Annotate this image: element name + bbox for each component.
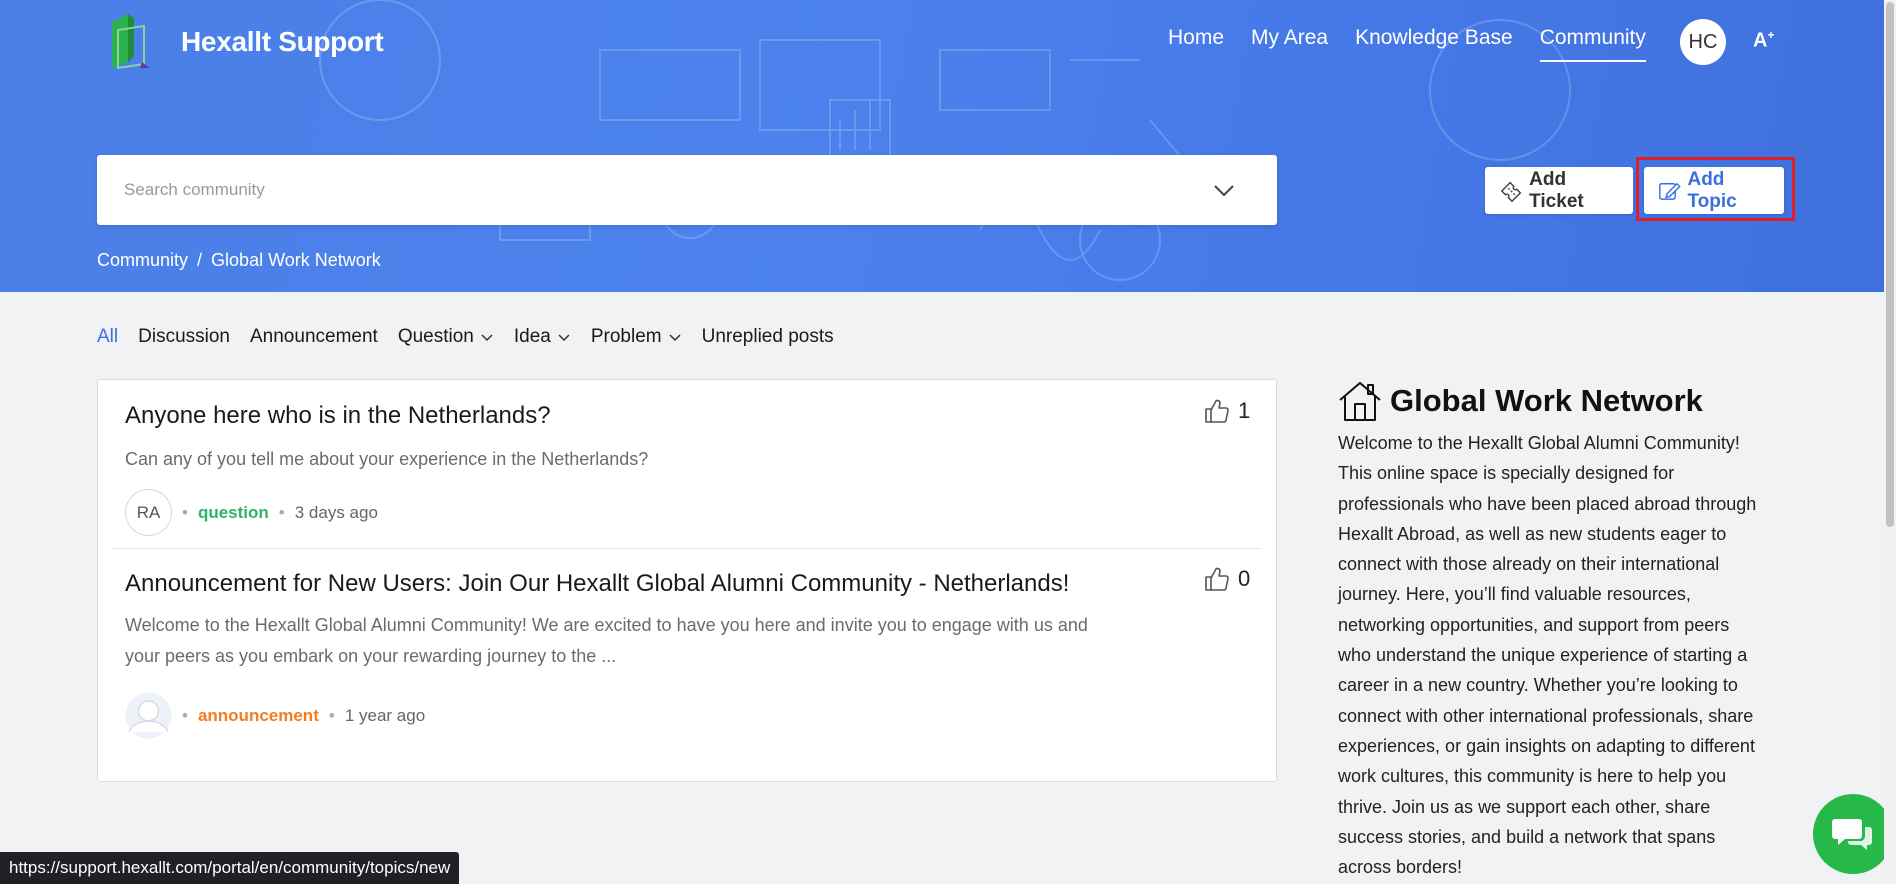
chevron-down-icon (669, 334, 681, 342)
topic-time: 1 year ago (344, 705, 426, 725)
search-bar (97, 155, 1277, 225)
topic-meta: • announcement • 1 year ago (125, 692, 425, 739)
like-count: 1 (1238, 398, 1251, 423)
chevron-down-icon (558, 334, 570, 342)
add-topic-label: Add Topic (1687, 168, 1737, 212)
chevron-down-icon (481, 334, 493, 342)
accessibility-plus: + (1767, 28, 1775, 42)
topic-list: Anyone here who is in the Netherlands? 1… (97, 379, 1277, 782)
like-count: 0 (1238, 566, 1251, 591)
tab-label: Unreplied posts (701, 326, 834, 347)
scrollbar[interactable] (1884, 0, 1896, 884)
tab-label: All (97, 326, 119, 347)
nav-home[interactable]: Home (1168, 26, 1224, 62)
chevron-down-icon[interactable] (1213, 179, 1235, 201)
accessibility-button[interactable]: A+ (1753, 28, 1774, 53)
scrollbar-thumb[interactable] (1886, 2, 1894, 527)
meta-separator: • (328, 705, 335, 725)
breadcrumb-community[interactable]: Community (97, 250, 188, 270)
chat-icon (1832, 819, 1872, 850)
tab-label: Question (397, 326, 474, 347)
sidebar-header: Global Work Network (1338, 380, 1703, 422)
nav-community[interactable]: Community (1539, 26, 1646, 62)
topic-title[interactable]: Announcement for New Users: Join Our Hex… (125, 570, 1069, 598)
ticket-icon (1500, 181, 1522, 202)
tab-announcement[interactable]: Announcement (250, 326, 378, 348)
add-ticket-button[interactable]: Add Ticket (1485, 167, 1633, 214)
tab-all[interactable]: All (97, 326, 118, 348)
tab-label: Problem (590, 326, 662, 347)
nav-my-area[interactable]: My Area (1251, 26, 1328, 62)
chat-button[interactable] (1813, 794, 1893, 874)
user-avatar[interactable]: HC (1680, 19, 1726, 65)
home-icon (1339, 382, 1381, 421)
topic-tag[interactable]: question (198, 503, 269, 523)
tab-label: Idea (513, 326, 551, 347)
accessibility-label: A (1753, 29, 1768, 52)
tab-idea[interactable]: Idea (514, 326, 571, 348)
default-avatar-icon[interactable] (125, 692, 172, 739)
edit-icon (1659, 182, 1681, 200)
tab-label: Discussion (138, 326, 230, 347)
tab-unreplied-posts[interactable]: Unreplied posts (702, 326, 834, 348)
like-button[interactable]: 1 (1204, 398, 1250, 424)
meta-separator: • (182, 502, 188, 522)
add-ticket-label: Add Ticket (1529, 168, 1584, 212)
breadcrumb: Community / Global Work Network (97, 250, 381, 271)
topic-meta: RA • question • 3 days ago (125, 489, 378, 536)
breadcrumb-current: Global Work Network (211, 250, 381, 270)
main-nav: Home My Area Knowledge Base Community (1168, 26, 1673, 62)
topic-filter-tabs: All Discussion Announcement Question Ide… (97, 326, 854, 348)
topic-tag[interactable]: announcement (198, 706, 319, 726)
description-line: Welcome to the Hexallt Global Alumni Com… (125, 615, 1088, 635)
search-input[interactable] (97, 155, 1197, 225)
breadcrumb-separator: / (197, 250, 203, 270)
topic-item[interactable]: Announcement for New Users: Join Our Hex… (98, 548, 1278, 783)
topic-item[interactable]: Anyone here who is in the Netherlands? 1… (98, 380, 1278, 548)
author-avatar[interactable]: RA (125, 489, 172, 536)
nav-knowledge-base[interactable]: Knowledge Base (1355, 26, 1513, 62)
hexallt-logo[interactable] (104, 12, 152, 70)
like-button[interactable]: 0 (1204, 566, 1250, 592)
meta-separator: • (182, 705, 188, 725)
topic-title[interactable]: Anyone here who is in the Netherlands? (125, 402, 551, 430)
tab-label: Announcement (250, 326, 378, 347)
sidebar-title: Global Work Network (1390, 383, 1703, 418)
meta-separator: • (278, 502, 285, 522)
thumbs-up-icon (1205, 567, 1229, 591)
sidebar-description: Welcome to the Hexallt Global Alumni Com… (1338, 433, 1757, 878)
tab-question[interactable]: Question (398, 326, 494, 348)
topic-description: Can any of you tell me about your experi… (125, 449, 649, 469)
thumbs-up-icon (1205, 399, 1229, 423)
tab-problem[interactable]: Problem (591, 326, 682, 348)
tab-discussion[interactable]: Discussion (138, 326, 230, 348)
hero-banner: Hexallt Support Home My Area Knowledge B… (0, 0, 1884, 292)
description-line: your peers as you embark on your rewardi… (125, 646, 617, 666)
status-bar-url: https://support.hexallt.com/portal/en/co… (0, 852, 460, 884)
brand-name[interactable]: Hexallt Support (181, 26, 384, 58)
topic-description: Welcome to the Hexallt Global Alumni Com… (125, 610, 1088, 672)
topic-time: 3 days ago (294, 502, 378, 522)
add-topic-button[interactable]: Add Topic (1644, 167, 1784, 214)
